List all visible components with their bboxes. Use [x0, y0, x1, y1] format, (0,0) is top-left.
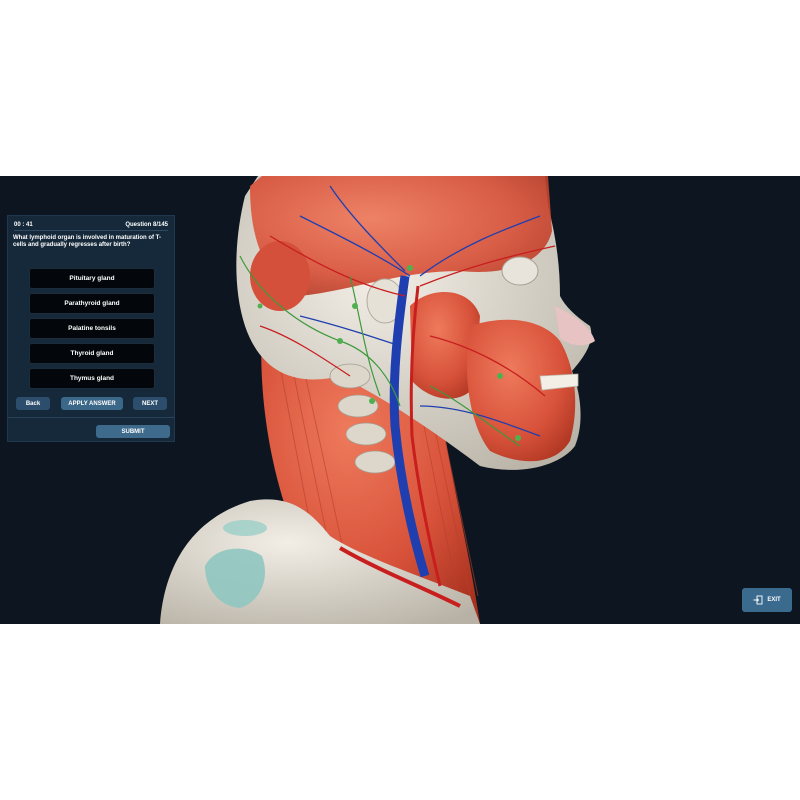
temporalis-muscle [250, 241, 310, 311]
quiz-header: 00 : 41 Question 8/145 [14, 220, 168, 230]
answer-option-palatine-tonsils[interactable]: Palatine tonsils [29, 318, 155, 339]
quiz-question: What lymphoid organ is involved in matur… [13, 235, 162, 248]
submit-button[interactable]: SUBMIT [96, 425, 170, 438]
question-counter: Question 8/145 [125, 222, 168, 228]
exit-button[interactable]: EXIT [742, 588, 792, 612]
answer-option-pituitary[interactable]: Pituitary gland [29, 268, 155, 289]
answer-option-thyroid[interactable]: Thyroid gland [29, 343, 155, 364]
next-button[interactable]: NEXT [133, 397, 167, 410]
back-button[interactable]: Back [16, 397, 50, 410]
exit-label: EXIT [767, 597, 781, 603]
acromion-cartilage [223, 520, 267, 536]
answer-option-parathyroid[interactable]: Parathyroid gland [29, 293, 155, 314]
orbit [501, 256, 539, 286]
quiz-divider [14, 230, 168, 231]
quiz-panel: 00 : 41 Question 8/145 What lymphoid org… [7, 215, 175, 442]
facial-muscles [466, 319, 576, 462]
exit-door-icon [753, 595, 763, 605]
answer-option-thymus[interactable]: Thymus gland [29, 368, 155, 389]
quiz-footer-divider [8, 417, 174, 418]
answer-list: Pituitary gland Parathyroid gland Palati… [29, 268, 155, 393]
quiz-timer: 00 : 41 [14, 222, 33, 228]
anatomy-viewport[interactable]: 00 : 41 Question 8/145 What lymphoid org… [0, 176, 800, 624]
apply-answer-button[interactable]: APPLY ANSWER [61, 397, 123, 410]
